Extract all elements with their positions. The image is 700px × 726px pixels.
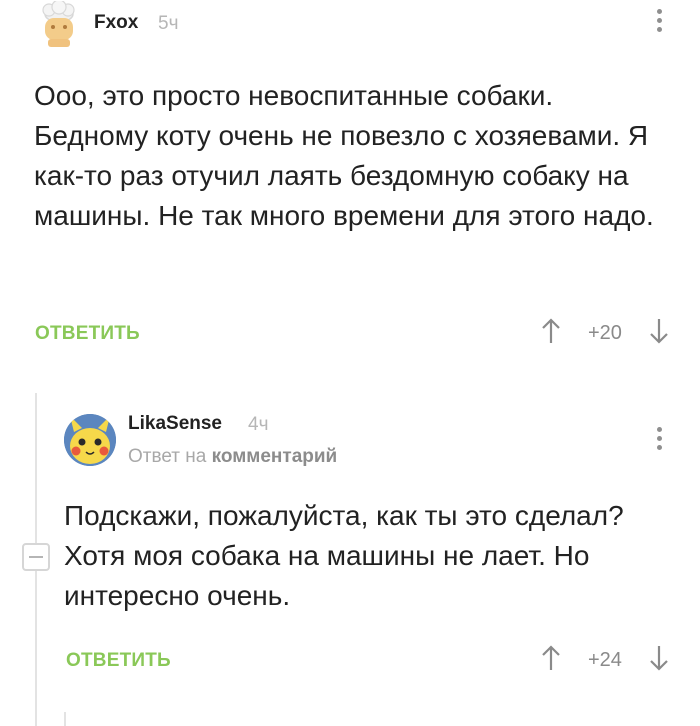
chef-avatar[interactable] <box>34 1 84 47</box>
reply-to-link[interactable]: комментарий <box>212 446 338 467</box>
reply-button[interactable]: ОТВЕТИТЬ <box>66 650 171 672</box>
reply-to-line: Ответ на комментарий <box>128 446 337 468</box>
username[interactable]: LikaSense <box>128 413 222 435</box>
arrow-down-icon[interactable] <box>649 645 669 671</box>
pikachu-avatar[interactable] <box>64 414 116 466</box>
arrow-up-icon[interactable] <box>541 318 561 344</box>
comment-likasense: LikaSense 4ч Ответ на комментарий Подска… <box>0 390 700 690</box>
comment-time: 5ч <box>158 13 179 34</box>
username[interactable]: Fxox <box>94 12 138 34</box>
comment-text: Ооо, это просто невоспитанные собаки. Бе… <box>34 80 654 231</box>
arrow-up-icon[interactable] <box>541 645 561 671</box>
comment-text: Подскажи, пожалуйста, как ты это сделал?… <box>64 500 624 611</box>
more-vertical-icon[interactable] <box>654 9 664 36</box>
more-vertical-icon[interactable] <box>654 427 664 454</box>
arrow-down-icon[interactable] <box>649 318 669 344</box>
comment-time: 4ч <box>248 414 269 435</box>
comment-fxox: Fxox 5ч Ооо, это просто невоспитанные со… <box>0 0 700 360</box>
rating-value: +20 <box>588 322 622 344</box>
nested-thread-line <box>64 712 66 726</box>
reply-button[interactable]: ОТВЕТИТЬ <box>35 323 140 345</box>
rating-value: +24 <box>588 649 622 671</box>
reply-to-prefix: Ответ на <box>128 446 207 467</box>
